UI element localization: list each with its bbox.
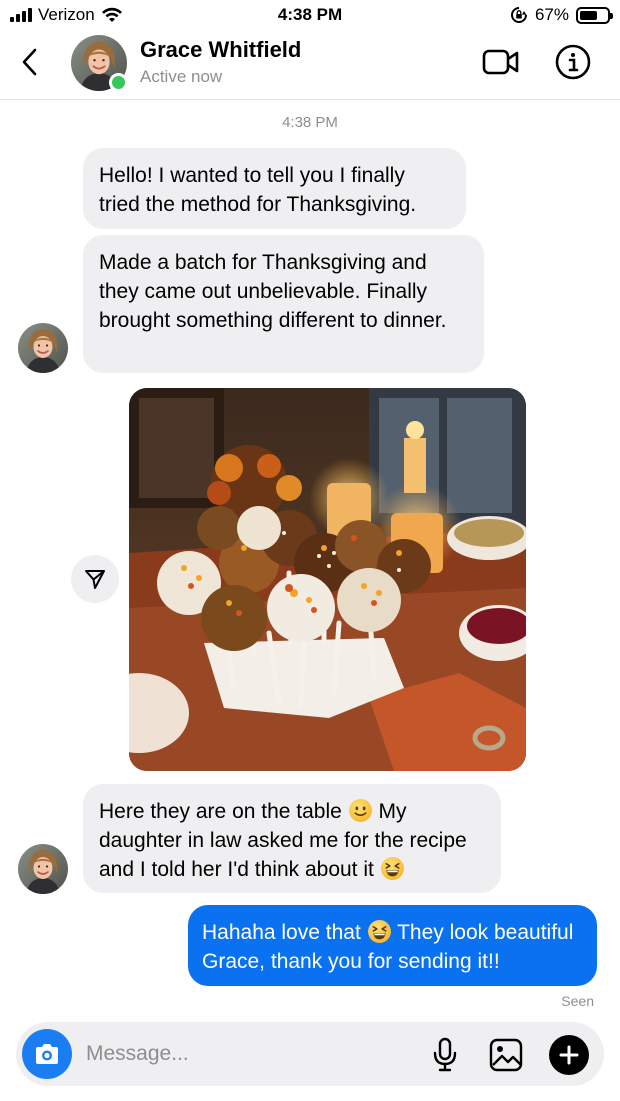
message-composer <box>16 1022 604 1086</box>
battery-percent: 67% <box>534 5 569 24</box>
plus-icon <box>559 1045 579 1065</box>
sender-avatar[interactable] <box>18 323 68 373</box>
message-text: Here they are on the table <box>99 800 342 823</box>
share-icon <box>85 570 105 589</box>
avatar-portrait <box>18 844 68 894</box>
microphone-icon <box>433 1037 457 1072</box>
slightly-smiling-face-emoji <box>348 799 372 822</box>
back-chevron-icon <box>22 48 37 76</box>
info-icon <box>555 44 591 80</box>
back-button[interactable] <box>20 44 50 80</box>
camera-icon <box>36 1044 58 1064</box>
video-call-icon <box>482 49 519 75</box>
gallery-button[interactable] <box>488 1037 524 1073</box>
microphone-button[interactable] <box>430 1037 460 1073</box>
contact-name[interactable]: Grace Whitfield <box>140 37 301 63</box>
grinning-squinting-face-emoji <box>367 920 391 943</box>
gallery-icon <box>489 1038 523 1072</box>
grinning-squinting-face-emoji <box>380 857 404 880</box>
add-button[interactable] <box>549 1035 589 1075</box>
contact-status: Active now <box>140 67 223 86</box>
status-bar: Verizon 4:38 PM 67% <box>0 0 620 30</box>
incoming-message-bubble[interactable]: Made a batch for Thanksgiving and they c… <box>83 235 484 373</box>
rotation-lock-icon <box>510 7 527 23</box>
video-call-button[interactable] <box>482 46 520 78</box>
avatar-portrait <box>18 323 68 373</box>
shared-photo[interactable] <box>129 388 526 771</box>
sender-avatar[interactable] <box>18 844 68 894</box>
message-text: Made a batch for Thanksgiving and they c… <box>99 251 447 332</box>
cake-pops-photo <box>129 388 526 771</box>
message-text: Hahaha love that <box>202 921 361 944</box>
incoming-message-bubble[interactable]: Here they are on the table My daughter i… <box>83 784 501 893</box>
online-indicator <box>109 73 128 92</box>
camera-button[interactable] <box>22 1029 72 1079</box>
battery-icon <box>576 6 613 24</box>
seen-receipt: Seen <box>561 993 594 1009</box>
conversation-header: Grace Whitfield Active now <box>0 30 620 100</box>
status-right-group: 67% <box>510 5 613 25</box>
incoming-message-bubble[interactable]: Hello! I wanted to tell you I finally tr… <box>83 148 466 229</box>
message-input[interactable] <box>86 1040 406 1068</box>
outgoing-message-bubble[interactable]: Hahaha love that They look beautiful Gra… <box>188 905 597 986</box>
share-button[interactable] <box>71 555 119 603</box>
message-text: Hello! I wanted to tell you I finally tr… <box>99 164 417 216</box>
info-button[interactable] <box>555 44 591 80</box>
conversation-timestamp: 4:38 PM <box>282 114 338 131</box>
battery-level <box>580 10 598 20</box>
